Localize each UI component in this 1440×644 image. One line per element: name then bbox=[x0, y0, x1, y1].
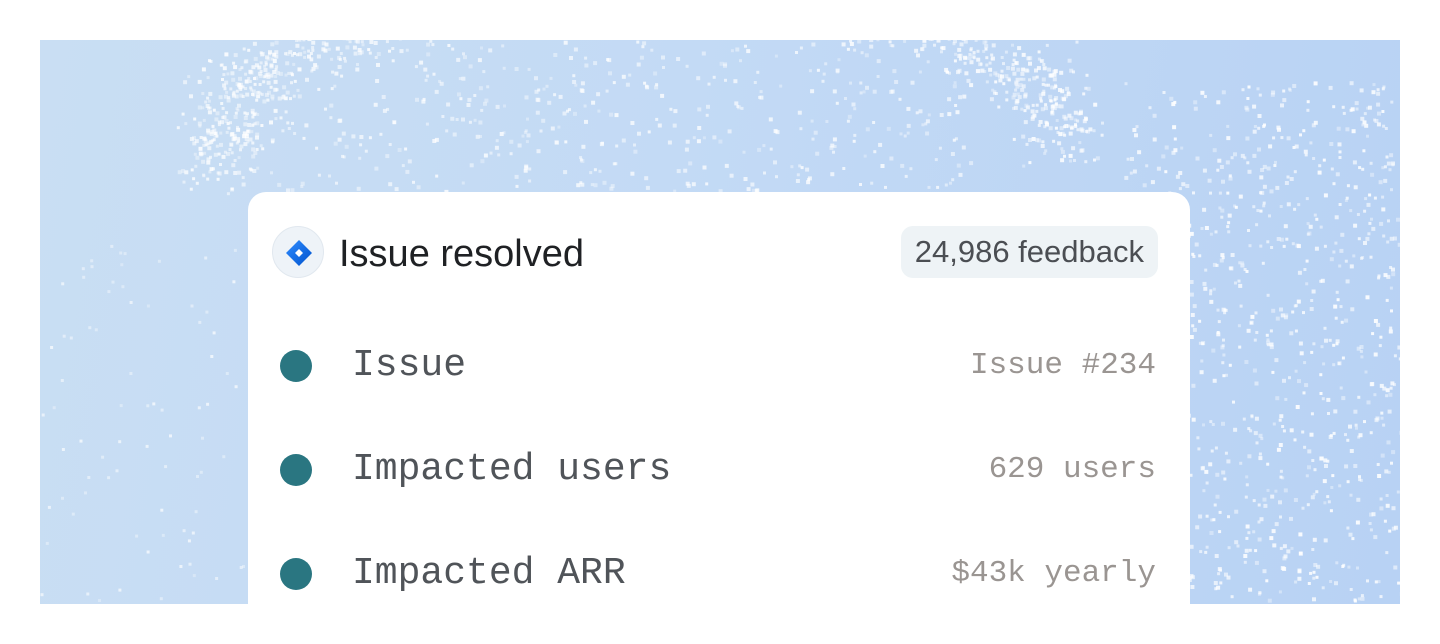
metric-value: $43k yearly bbox=[951, 556, 1156, 591]
hero-background: Issue resolved 24,986 feedback Issue Iss… bbox=[40, 40, 1400, 604]
status-dot bbox=[280, 558, 312, 590]
card-title: Issue resolved bbox=[339, 233, 585, 275]
status-dot bbox=[280, 454, 312, 486]
metric-label: Impacted ARR bbox=[352, 552, 626, 595]
metric-label: Impacted users bbox=[352, 448, 672, 491]
metric-value: 629 users bbox=[988, 452, 1156, 487]
metric-row-issue: Issue Issue #234 bbox=[280, 346, 1156, 386]
metric-label: Issue bbox=[352, 344, 467, 387]
metric-value: Issue #234 bbox=[969, 348, 1156, 383]
status-dot bbox=[280, 350, 312, 382]
jira-icon bbox=[272, 226, 324, 278]
metric-row-impacted-arr: Impacted ARR $43k yearly bbox=[280, 554, 1156, 594]
issue-card: Issue resolved 24,986 feedback Issue Iss… bbox=[248, 192, 1190, 604]
metric-row-impacted-users: Impacted users 629 users bbox=[280, 450, 1156, 490]
feedback-count-badge: 24,986 feedback bbox=[900, 226, 1158, 278]
card-header: Issue resolved 24,986 feedback bbox=[272, 226, 1158, 280]
